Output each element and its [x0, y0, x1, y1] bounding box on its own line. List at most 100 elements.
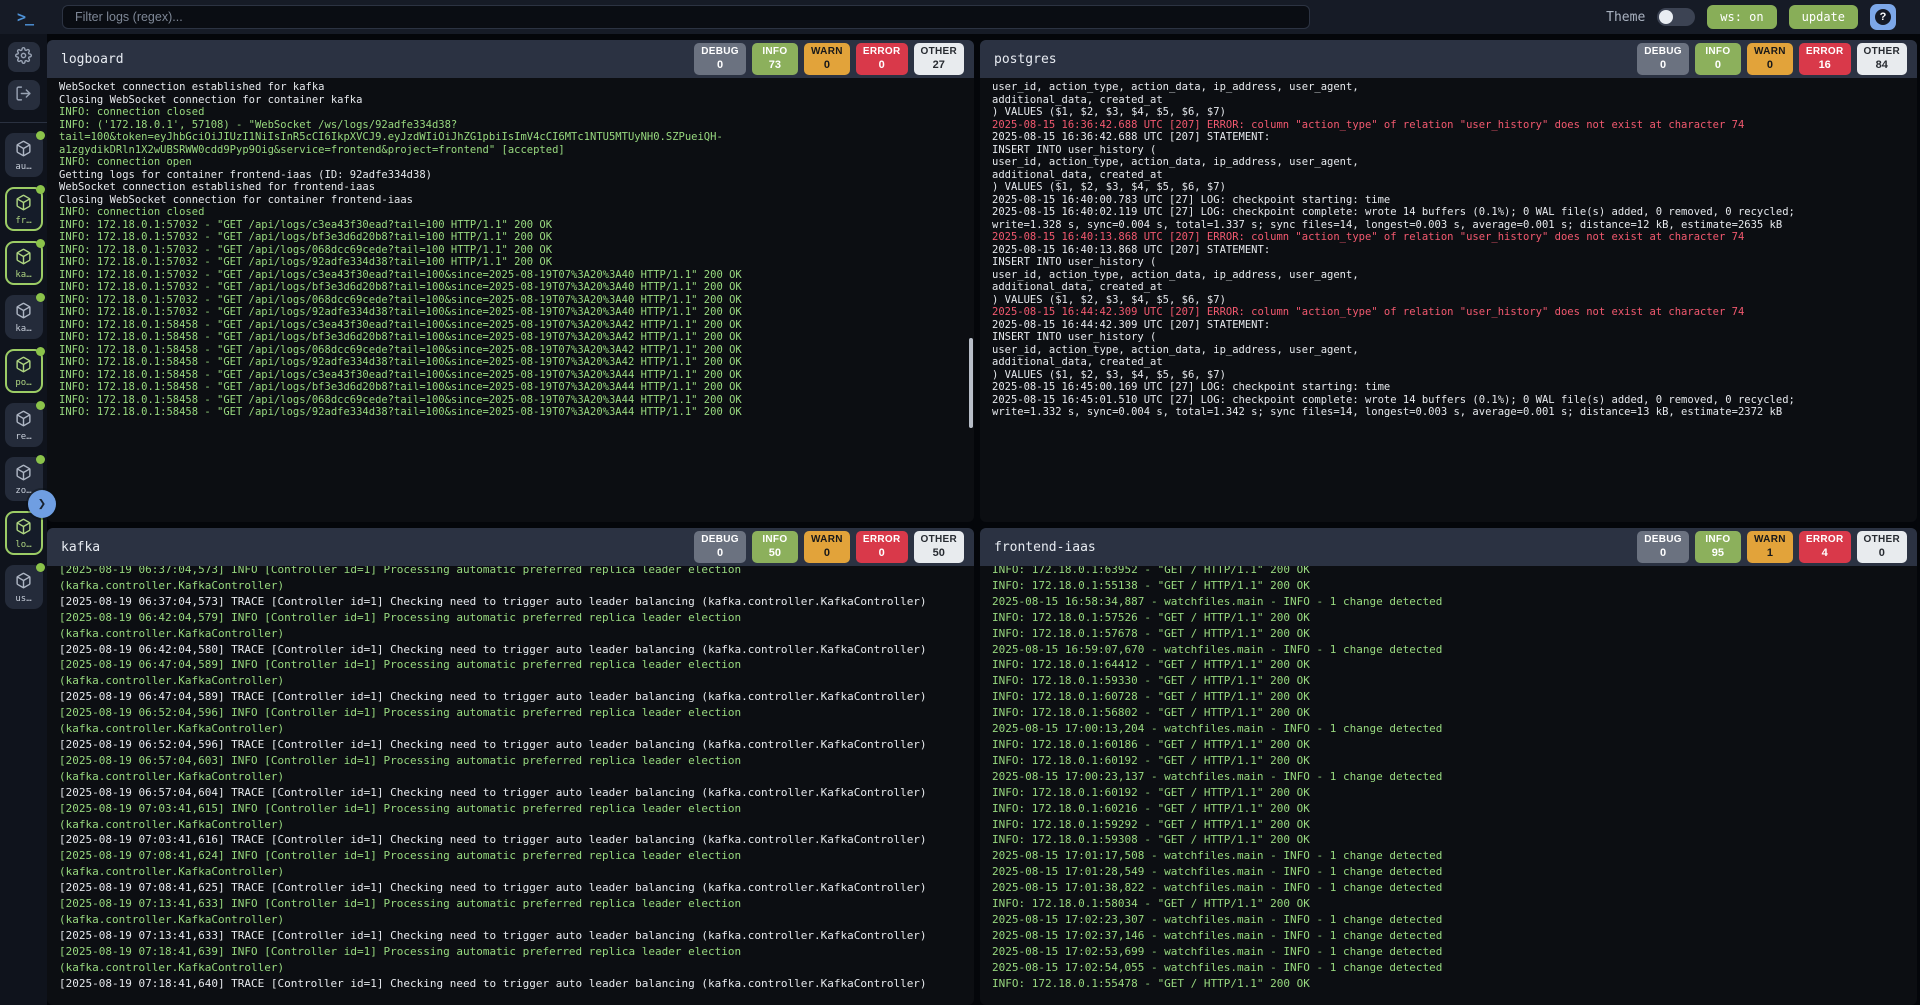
log-line: a1zgydikDRln1X2wUBSRWW0cdd9Pyp9Oig&servi…	[59, 144, 966, 157]
badge-debug[interactable]: DEBUG0	[694, 531, 746, 562]
log-line: [2025-08-19 06:47:04,589] TRACE [Control…	[59, 689, 966, 705]
log-line: [2025-08-19 07:18:41,640] TRACE [Control…	[59, 976, 966, 992]
badge-debug[interactable]: DEBUG0	[1637, 531, 1689, 562]
badge-group: DEBUG0INFO0WARN0ERROR16OTHER84	[1637, 43, 1907, 74]
log-line: INFO: 172.18.0.1:59330 - "GET / HTTP/1.1…	[992, 673, 1909, 689]
theme-toggle[interactable]	[1657, 8, 1695, 26]
log-line: 2025-08-15 16:36:42.688 UTC [207] STATEM…	[992, 131, 1909, 144]
log-line: INFO: 172.18.0.1:57678 - "GET / HTTP/1.1…	[992, 626, 1909, 642]
container-label: lo…	[15, 540, 31, 550]
log-line: (kafka.controller.KafkaController)	[59, 912, 966, 928]
log-line: INFO: connection closed	[59, 206, 966, 219]
panel-header: kafka DEBUG0INFO50WARN0ERROR0OTHER50	[47, 528, 974, 566]
badge-other[interactable]: OTHER50	[914, 531, 965, 562]
badge-warn[interactable]: WARN0	[804, 531, 850, 562]
topbar-controls: Theme ws: on update ?	[1606, 4, 1920, 30]
log-line: ) VALUES ($1, $2, $3, $4, $5, $6, $7)	[992, 106, 1909, 119]
container-cube-icon	[15, 194, 32, 215]
panel-title: logboard	[61, 52, 124, 67]
container-label: po…	[15, 378, 31, 388]
badge-warn[interactable]: WARN0	[1747, 43, 1793, 74]
log-line: (kafka.controller.KafkaController)	[59, 960, 966, 976]
log-line: user_id, action_type, action_data, ip_ad…	[992, 81, 1909, 94]
log-line: user_id, action_type, action_data, ip_ad…	[992, 344, 1909, 357]
log-line: INFO: 172.18.0.1:59292 - "GET / HTTP/1.1…	[992, 817, 1909, 833]
log-line: INFO: 172.18.0.1:58458 - "GET /api/logs/…	[59, 369, 966, 382]
sidebar-container-item[interactable]: ka…	[5, 241, 43, 285]
badge-debug[interactable]: DEBUG0	[1637, 43, 1689, 74]
settings-button[interactable]	[8, 42, 40, 72]
badge-info[interactable]: INFO50	[752, 531, 798, 562]
badge-debug[interactable]: DEBUG0	[694, 43, 746, 74]
log-line: (kafka.controller.KafkaController)	[59, 578, 966, 594]
log-line: [2025-08-19 07:08:41,625] TRACE [Control…	[59, 880, 966, 896]
log-line: 2025-08-15 16:40:13.868 UTC [207] STATEM…	[992, 244, 1909, 257]
log-panel-postgres: postgres DEBUG0INFO0WARN0ERROR16OTHER84 …	[980, 40, 1917, 522]
logout-button[interactable]	[8, 80, 40, 110]
badge-error[interactable]: ERROR0	[856, 43, 908, 74]
sidebar-container-item[interactable]: re…	[5, 403, 43, 447]
badge-other[interactable]: OTHER27	[914, 43, 965, 74]
log-line: user_id, action_type, action_data, ip_ad…	[992, 269, 1909, 282]
badge-error[interactable]: ERROR0	[856, 531, 908, 562]
badge-other[interactable]: OTHER0	[1857, 531, 1908, 562]
status-dot-icon	[36, 131, 45, 140]
log-line: 2025-08-15 17:02:53,699 - watchfiles.mai…	[992, 944, 1909, 960]
log-line: 2025-08-15 17:00:13,204 - watchfiles.mai…	[992, 721, 1909, 737]
log-line: additional_data, created_at	[992, 281, 1909, 294]
log-line: INFO: 172.18.0.1:58458 - "GET /api/logs/…	[59, 319, 966, 332]
sidebar-container-item[interactable]: po…	[5, 349, 43, 393]
panel-header: postgres DEBUG0INFO0WARN0ERROR16OTHER84	[980, 40, 1917, 78]
badge-other[interactable]: OTHER84	[1857, 43, 1908, 74]
container-label: zo…	[15, 486, 31, 496]
log-line: INFO: connection open	[59, 156, 966, 169]
log-line: INFO: 172.18.0.1:58458 - "GET /api/logs/…	[59, 331, 966, 344]
theme-toggle-knob	[1659, 10, 1673, 24]
panel-title: frontend-iaas	[994, 540, 1096, 555]
sidebar-container-item[interactable]: us…	[5, 565, 43, 609]
container-label: ka…	[15, 270, 31, 280]
log-line: 2025-08-15 16:44:42.309 UTC [207] ERROR:…	[992, 306, 1909, 319]
log-line: INFO: 172.18.0.1:55138 - "GET / HTTP/1.1…	[992, 578, 1909, 594]
log-line: 2025-08-15 17:01:17,508 - watchfiles.mai…	[992, 848, 1909, 864]
log-line: user_id, action_type, action_data, ip_ad…	[992, 156, 1909, 169]
badge-error[interactable]: ERROR16	[1799, 43, 1851, 74]
help-button[interactable]: ?	[1870, 4, 1896, 30]
log-line: INSERT INTO user_history (	[992, 256, 1909, 269]
update-button[interactable]: update	[1789, 5, 1858, 29]
log-line: (kafka.controller.KafkaController)	[59, 769, 966, 785]
log-line: 2025-08-15 16:40:02.119 UTC [27] LOG: ch…	[992, 206, 1909, 219]
panel-title: kafka	[61, 540, 100, 555]
container-cube-icon	[15, 302, 32, 323]
log-line: INFO: 172.18.0.1:63952 - "GET / HTTP/1.1…	[992, 566, 1909, 578]
log-output[interactable]: INFO: 172.18.0.1:63952 - "GET / HTTP/1.1…	[980, 566, 1917, 1005]
badge-info[interactable]: INFO95	[1695, 531, 1741, 562]
ws-toggle-button[interactable]: ws: on	[1707, 5, 1776, 29]
log-line: 2025-08-15 16:59:07,670 - watchfiles.mai…	[992, 642, 1909, 658]
badge-error[interactable]: ERROR4	[1799, 531, 1851, 562]
log-line: [2025-08-19 06:52:04,596] TRACE [Control…	[59, 737, 966, 753]
sidebar-container-item[interactable]: ka…	[5, 295, 43, 339]
log-line: (kafka.controller.KafkaController)	[59, 721, 966, 737]
badge-warn[interactable]: WARN0	[804, 43, 850, 74]
scrollbar-thumb[interactable]	[969, 338, 973, 428]
badge-warn[interactable]: WARN1	[1747, 531, 1793, 562]
log-output[interactable]: WebSocket connection established for kaf…	[47, 78, 974, 522]
badge-group: DEBUG0INFO73WARN0ERROR0OTHER27	[694, 43, 964, 74]
badge-info[interactable]: INFO73	[752, 43, 798, 74]
sidebar-container-item[interactable]: au…	[5, 133, 43, 177]
panel-title: postgres	[994, 52, 1057, 67]
sidebar: au… fr… ka… ka… po… re… zo	[0, 34, 47, 1005]
log-line: [2025-08-19 06:37:04,573] INFO [Controll…	[59, 566, 966, 578]
container-cube-icon	[15, 248, 32, 269]
log-line: Getting logs for container frontend-iaas…	[59, 169, 966, 182]
sidebar-expand-button[interactable]: ❯	[28, 490, 56, 518]
sidebar-container-item[interactable]: lo…	[5, 511, 43, 555]
filter-input[interactable]	[62, 5, 1310, 29]
log-output[interactable]: user_id, action_type, action_data, ip_ad…	[980, 78, 1917, 522]
badge-info[interactable]: INFO0	[1695, 43, 1741, 74]
log-line: INFO: 172.18.0.1:57032 - "GET /api/logs/…	[59, 306, 966, 319]
log-output[interactable]: [2025-08-19 06:37:04,573] INFO [Controll…	[47, 566, 974, 1005]
terminal-icon: >_	[0, 8, 50, 26]
sidebar-container-item[interactable]: fr…	[5, 187, 43, 231]
